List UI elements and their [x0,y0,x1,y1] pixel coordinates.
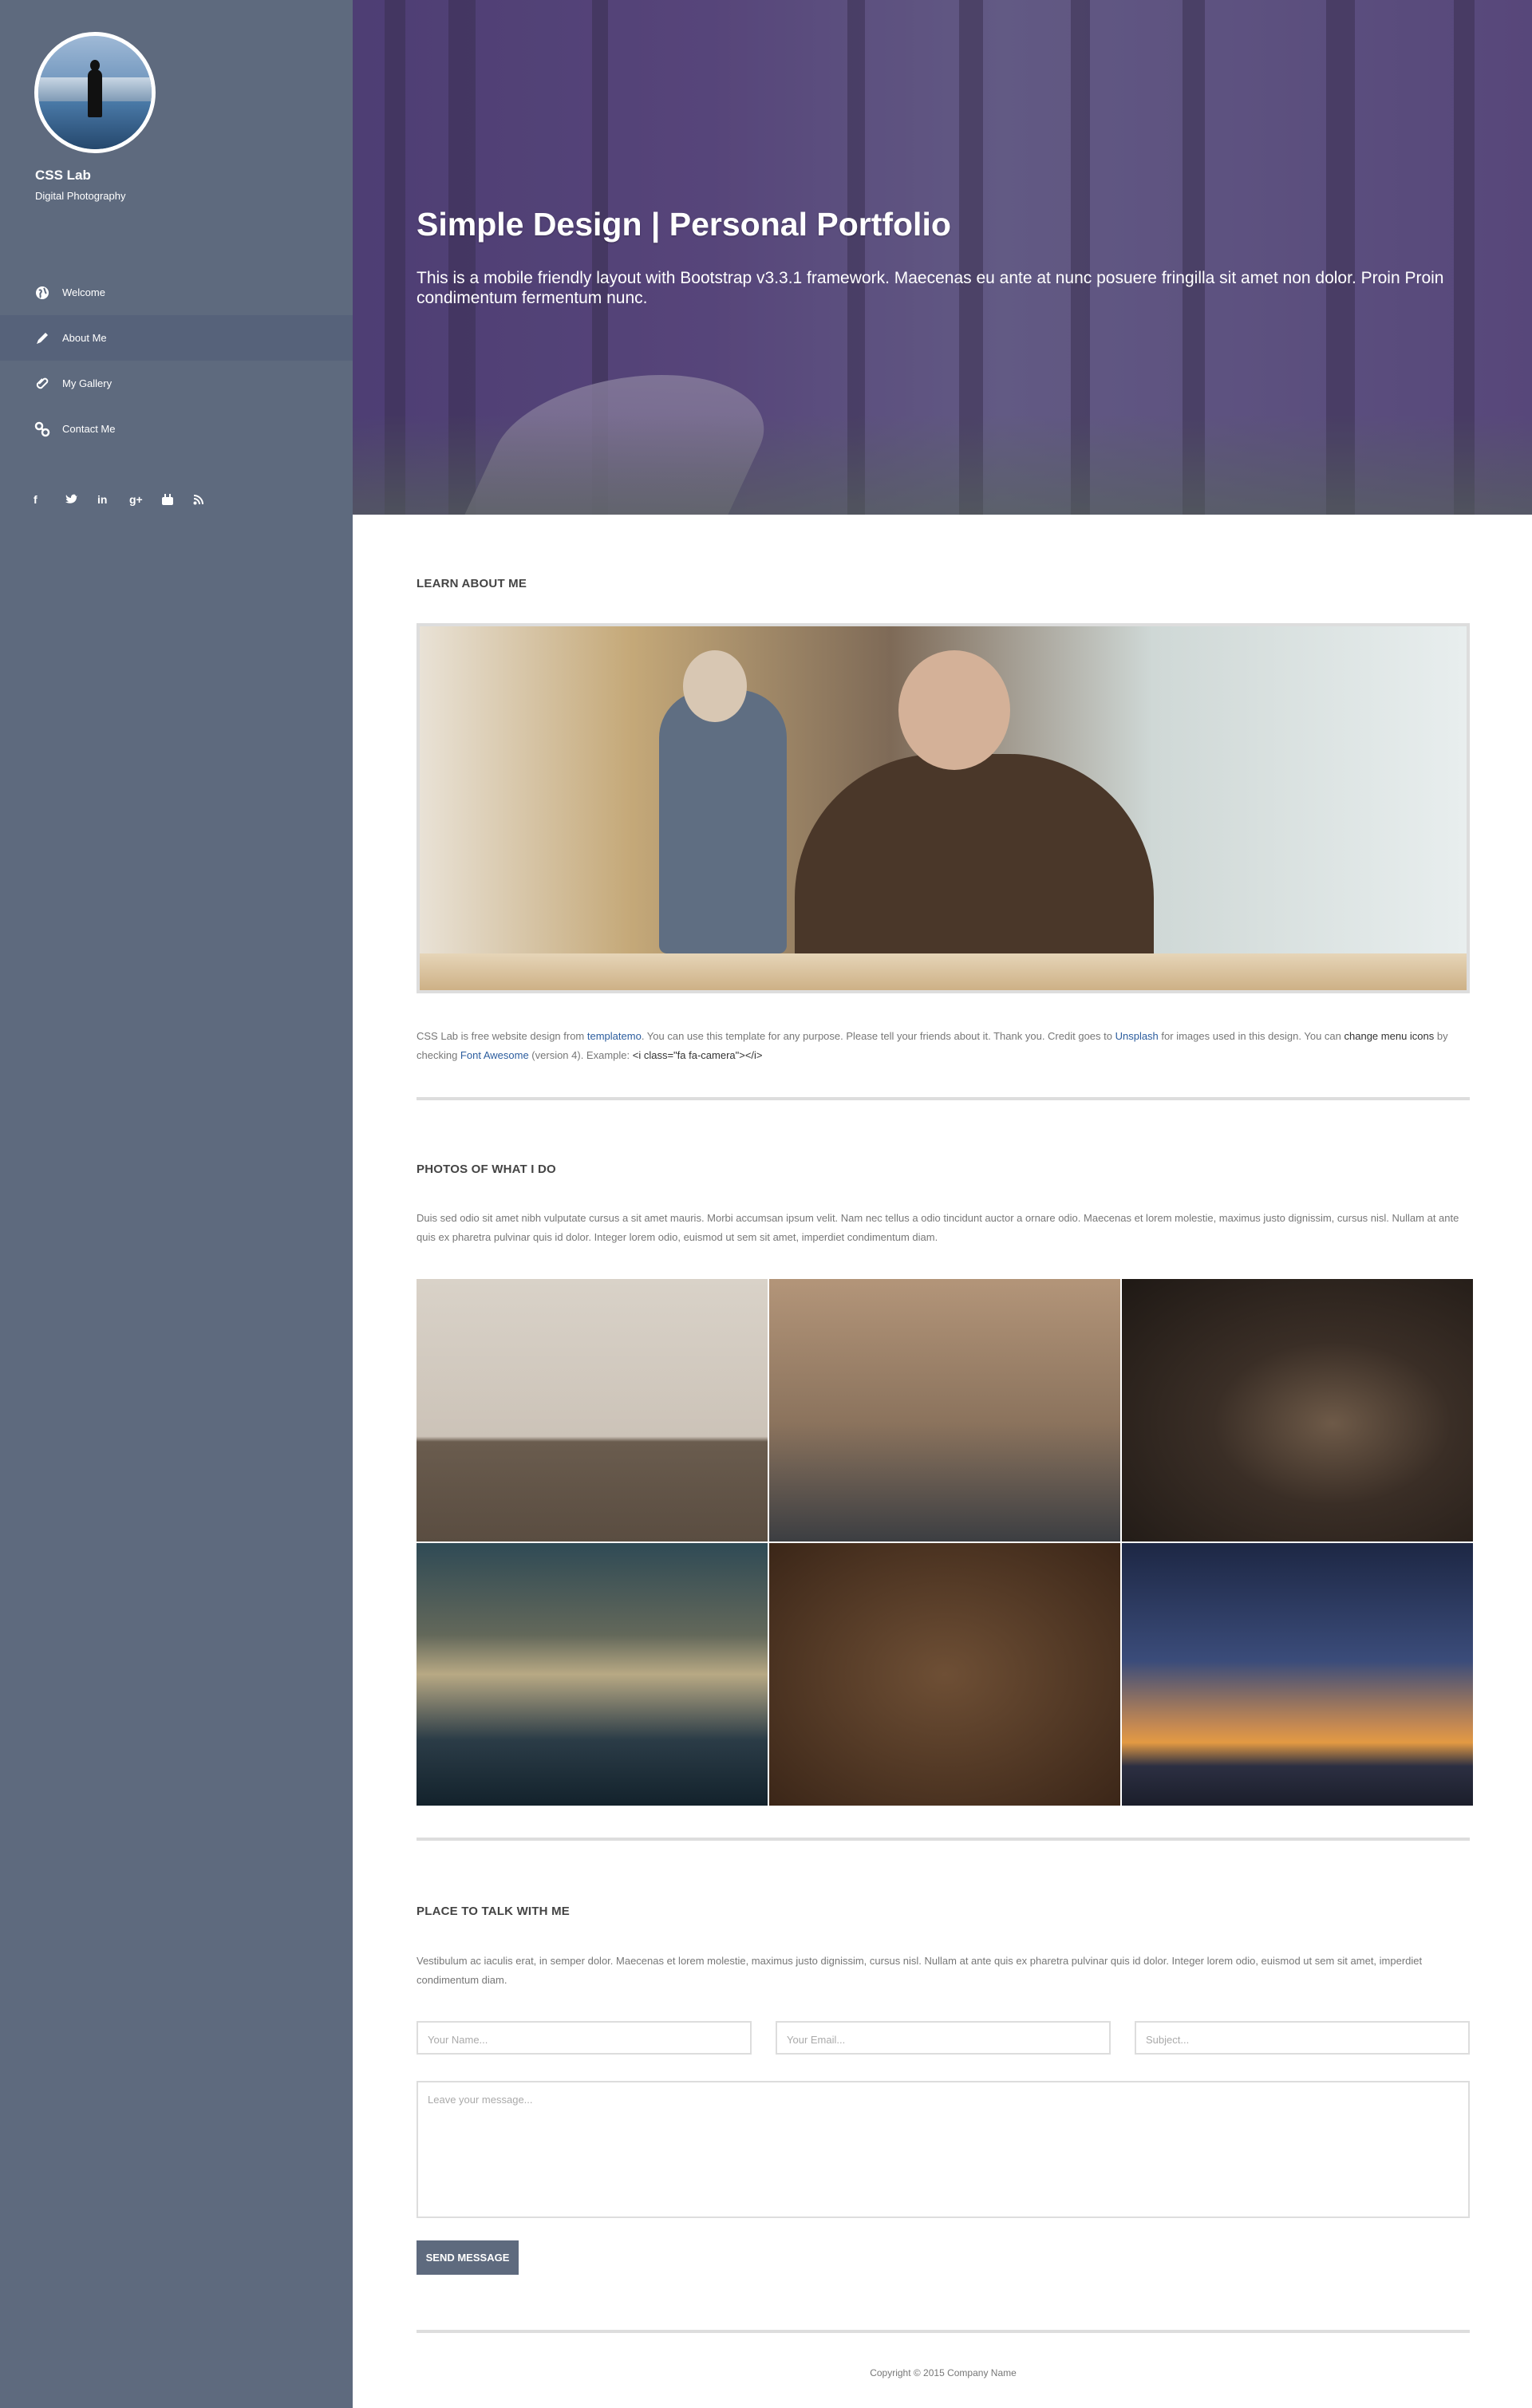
youtube-icon[interactable] [161,493,193,506]
twitter-icon[interactable] [65,493,97,506]
sidebar: CSS Lab Digital Photography Welcome Abou… [0,0,353,2408]
photos-text: Duis sed odio sit amet nibh vulputate cu… [417,1212,1459,1243]
gallery-photo[interactable] [769,1279,1120,1542]
link-icon [34,420,51,438]
divider [417,1097,1470,1100]
name-field[interactable]: Your Name... [417,2021,752,2055]
avatar [34,32,156,153]
about-image [417,623,1470,993]
menu-item-label: Welcome [62,286,105,298]
menu-item-label: My Gallery [62,377,113,389]
brand-name: CSS Lab [35,168,91,183]
menu-item-about[interactable]: About Me [0,315,353,361]
divider [417,2330,1470,2333]
rss-icon[interactable] [193,493,225,506]
globe-icon [34,284,51,302]
about-text: CSS Lab is free website design from temp… [417,1030,1448,1061]
templatemo-link[interactable]: templatemo [587,1030,642,1042]
menu-item-contact[interactable]: Contact Me [0,406,353,452]
gallery-photo[interactable] [769,1543,1120,1806]
menu-item-welcome[interactable]: Welcome [0,270,353,315]
photo-gallery [417,1279,1473,1806]
pencil-icon [34,330,51,347]
divider [417,1838,1470,1841]
email-field[interactable]: Your Email... [776,2021,1111,2055]
hero-text: This is a mobile friendly layout with Bo… [417,269,1444,307]
about-heading: LEARN ABOUT ME [417,577,527,590]
google-plus-icon[interactable]: g+ [129,493,161,506]
gallery-photo[interactable] [1122,1279,1473,1542]
facebook-icon[interactable]: f [34,493,65,506]
menu-item-gallery[interactable]: My Gallery [0,361,353,406]
copyright: Copyright © 2015 Company Name [870,2367,1017,2378]
paperclip-icon [34,375,51,393]
hero-title: Simple Design | Personal Portfolio [417,206,951,243]
menu-item-label: Contact Me [62,423,116,435]
brand-tagline: Digital Photography [35,190,126,202]
gallery-photo[interactable] [1122,1543,1473,1806]
menu-item-label: About Me [62,332,107,344]
gallery-photo[interactable] [417,1543,768,1806]
hero-banner: Simple Design | Personal Portfolio This … [353,0,1532,515]
social-links: f in g+ [34,493,225,506]
send-message-button[interactable]: SEND MESSAGE [417,2240,519,2275]
sidebar-menu: Welcome About Me My Gallery Contact Me [0,270,353,452]
photos-heading: PHOTOS OF WHAT I DO [417,1163,556,1176]
contact-heading: PLACE TO TALK WITH ME [417,1905,570,1918]
unsplash-link[interactable]: Unsplash [1115,1030,1159,1042]
subject-field[interactable]: Subject... [1135,2021,1470,2055]
font-awesome-link[interactable]: Font Awesome [460,1049,529,1061]
gallery-photo[interactable] [417,1279,768,1542]
linkedin-icon[interactable]: in [97,493,129,506]
contact-text: Vestibulum ac iaculis erat, in semper do… [417,1955,1423,1986]
message-field[interactable]: Leave your message... [417,2081,1470,2218]
